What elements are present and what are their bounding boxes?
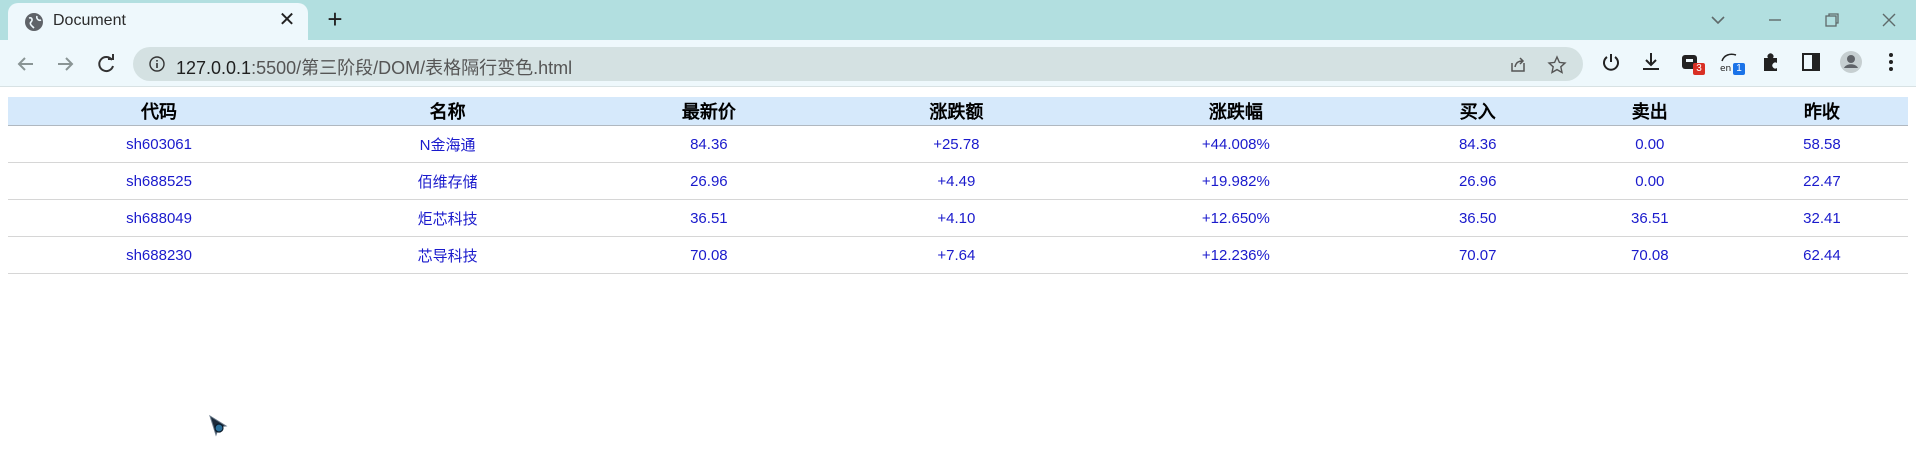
cell-prev-close: 22.47 (1735, 162, 1908, 200)
back-button[interactable] (12, 50, 40, 78)
restore-button[interactable] (1812, 6, 1852, 34)
forward-button[interactable] (51, 50, 79, 78)
profile-avatar-icon[interactable] (1838, 49, 1864, 75)
puzzle-extension-button[interactable]: 3 (1678, 49, 1705, 75)
tab-title: Document (53, 12, 126, 29)
cell-latest-price: 36.51 (585, 199, 833, 237)
power-icon[interactable] (1598, 49, 1624, 75)
cell-change-percent: +44.008% (1080, 125, 1392, 163)
cell-buy: 70.07 (1391, 236, 1564, 274)
cell-code: sh688049 (8, 199, 311, 237)
cell-name: N金海通 (310, 125, 586, 163)
browser-tab[interactable]: Document ✕ (8, 3, 308, 40)
cell-sell: 0.00 (1563, 125, 1736, 163)
tab-close-icon[interactable]: ✕ (276, 9, 298, 31)
extension-badge: 3 (1693, 63, 1705, 75)
reload-icon (98, 54, 114, 73)
cell-latest-price: 84.36 (585, 125, 833, 163)
table-row[interactable]: sh688049 炬芯科技 36.51 +4.10 +12.650% 36.50… (8, 199, 1908, 237)
download-icon[interactable] (1638, 49, 1664, 75)
arrow-left-icon (17, 57, 33, 71)
header-latest-price: 最新价 (585, 97, 833, 126)
header-code: 代码 (8, 97, 311, 126)
cell-prev-close: 62.44 (1735, 236, 1908, 274)
more-menu-icon[interactable] (1878, 49, 1904, 75)
restore-icon (1825, 13, 1839, 27)
tab-search-button[interactable] (1698, 6, 1738, 34)
cell-change-amount: +7.64 (832, 236, 1081, 274)
translate-extension-button[interactable]: en 1 (1718, 49, 1745, 75)
browser-toolbar: 127.0.0.1:5500/第三阶段/DOM/表格隔行变色.html 3 en… (0, 40, 1916, 86)
info-icon[interactable] (149, 56, 165, 72)
cell-change-amount: +25.78 (832, 125, 1081, 163)
close-window-button[interactable] (1869, 6, 1909, 34)
cell-change-percent: +19.982% (1080, 162, 1392, 200)
svg-text:en: en (1720, 64, 1731, 74)
table-header-row: 代码 名称 最新价 涨跌额 涨跌幅 买入 卖出 昨收 (8, 97, 1908, 126)
address-bar[interactable]: 127.0.0.1:5500/第三阶段/DOM/表格隔行变色.html (133, 47, 1583, 81)
cell-change-percent: +12.236% (1080, 236, 1392, 274)
header-buy: 买入 (1391, 97, 1564, 126)
cell-sell: 70.08 (1563, 236, 1736, 274)
globe-icon (25, 13, 43, 31)
cell-code: sh688230 (8, 236, 311, 274)
cell-buy: 26.96 (1391, 162, 1564, 200)
cell-buy: 84.36 (1391, 125, 1564, 163)
url-path: :5500/第三阶段/DOM/表格隔行变色.html (251, 58, 573, 78)
cell-prev-close: 32.41 (1735, 199, 1908, 237)
cell-sell: 36.51 (1563, 199, 1736, 237)
table-row[interactable]: sh688230 芯导科技 70.08 +7.64 +12.236% 70.07… (8, 236, 1908, 274)
share-icon[interactable] (1508, 55, 1528, 75)
table-row[interactable]: sh603061 N金海通 84.36 +25.78 +44.008% 84.3… (8, 125, 1908, 163)
toolbar-divider (0, 86, 1916, 87)
star-icon[interactable] (1547, 55, 1567, 75)
cell-latest-price: 70.08 (585, 236, 833, 274)
close-icon (1882, 13, 1896, 27)
cell-name: 芯导科技 (310, 236, 586, 274)
browser-titlebar: Document ✕ + (0, 0, 1916, 40)
url-text[interactable]: 127.0.0.1:5500/第三阶段/DOM/表格隔行变色.html (176, 54, 572, 80)
arrow-right-icon (58, 57, 74, 71)
minimize-icon (1769, 19, 1781, 21)
cell-buy: 36.50 (1391, 199, 1564, 237)
header-change-percent: 涨跌幅 (1080, 97, 1392, 126)
cell-name: 佰维存储 (310, 162, 586, 200)
chevron-down-icon (1711, 16, 1725, 25)
cell-change-amount: +4.49 (832, 162, 1081, 200)
cell-code: sh688525 (8, 162, 311, 200)
url-host: 127.0.0.1 (176, 58, 252, 78)
extensions-puzzle-icon[interactable] (1758, 49, 1784, 75)
cell-latest-price: 26.96 (585, 162, 833, 200)
table-row[interactable]: sh688525 佰维存储 26.96 +4.49 +19.982% 26.96… (8, 162, 1908, 200)
cell-sell: 0.00 (1563, 162, 1736, 200)
header-change-amount: 涨跌额 (832, 97, 1081, 126)
mouse-cursor-icon (209, 414, 228, 437)
reload-button[interactable] (92, 50, 120, 78)
stock-table: 代码 名称 最新价 涨跌额 涨跌幅 买入 卖出 昨收 sh603061 N金海通… (8, 97, 1908, 274)
extension-badge: 1 (1733, 63, 1745, 75)
header-sell: 卖出 (1563, 97, 1736, 126)
minimize-button[interactable] (1755, 6, 1795, 34)
side-panel-icon[interactable] (1798, 49, 1824, 75)
cell-prev-close: 58.58 (1735, 125, 1908, 163)
new-tab-button[interactable]: + (322, 6, 348, 33)
header-name: 名称 (310, 97, 586, 126)
cell-change-percent: +12.650% (1080, 199, 1392, 237)
cell-change-amount: +4.10 (832, 199, 1081, 237)
cell-name: 炬芯科技 (310, 199, 586, 237)
cell-code: sh603061 (8, 125, 311, 163)
header-prev-close: 昨收 (1735, 97, 1908, 126)
